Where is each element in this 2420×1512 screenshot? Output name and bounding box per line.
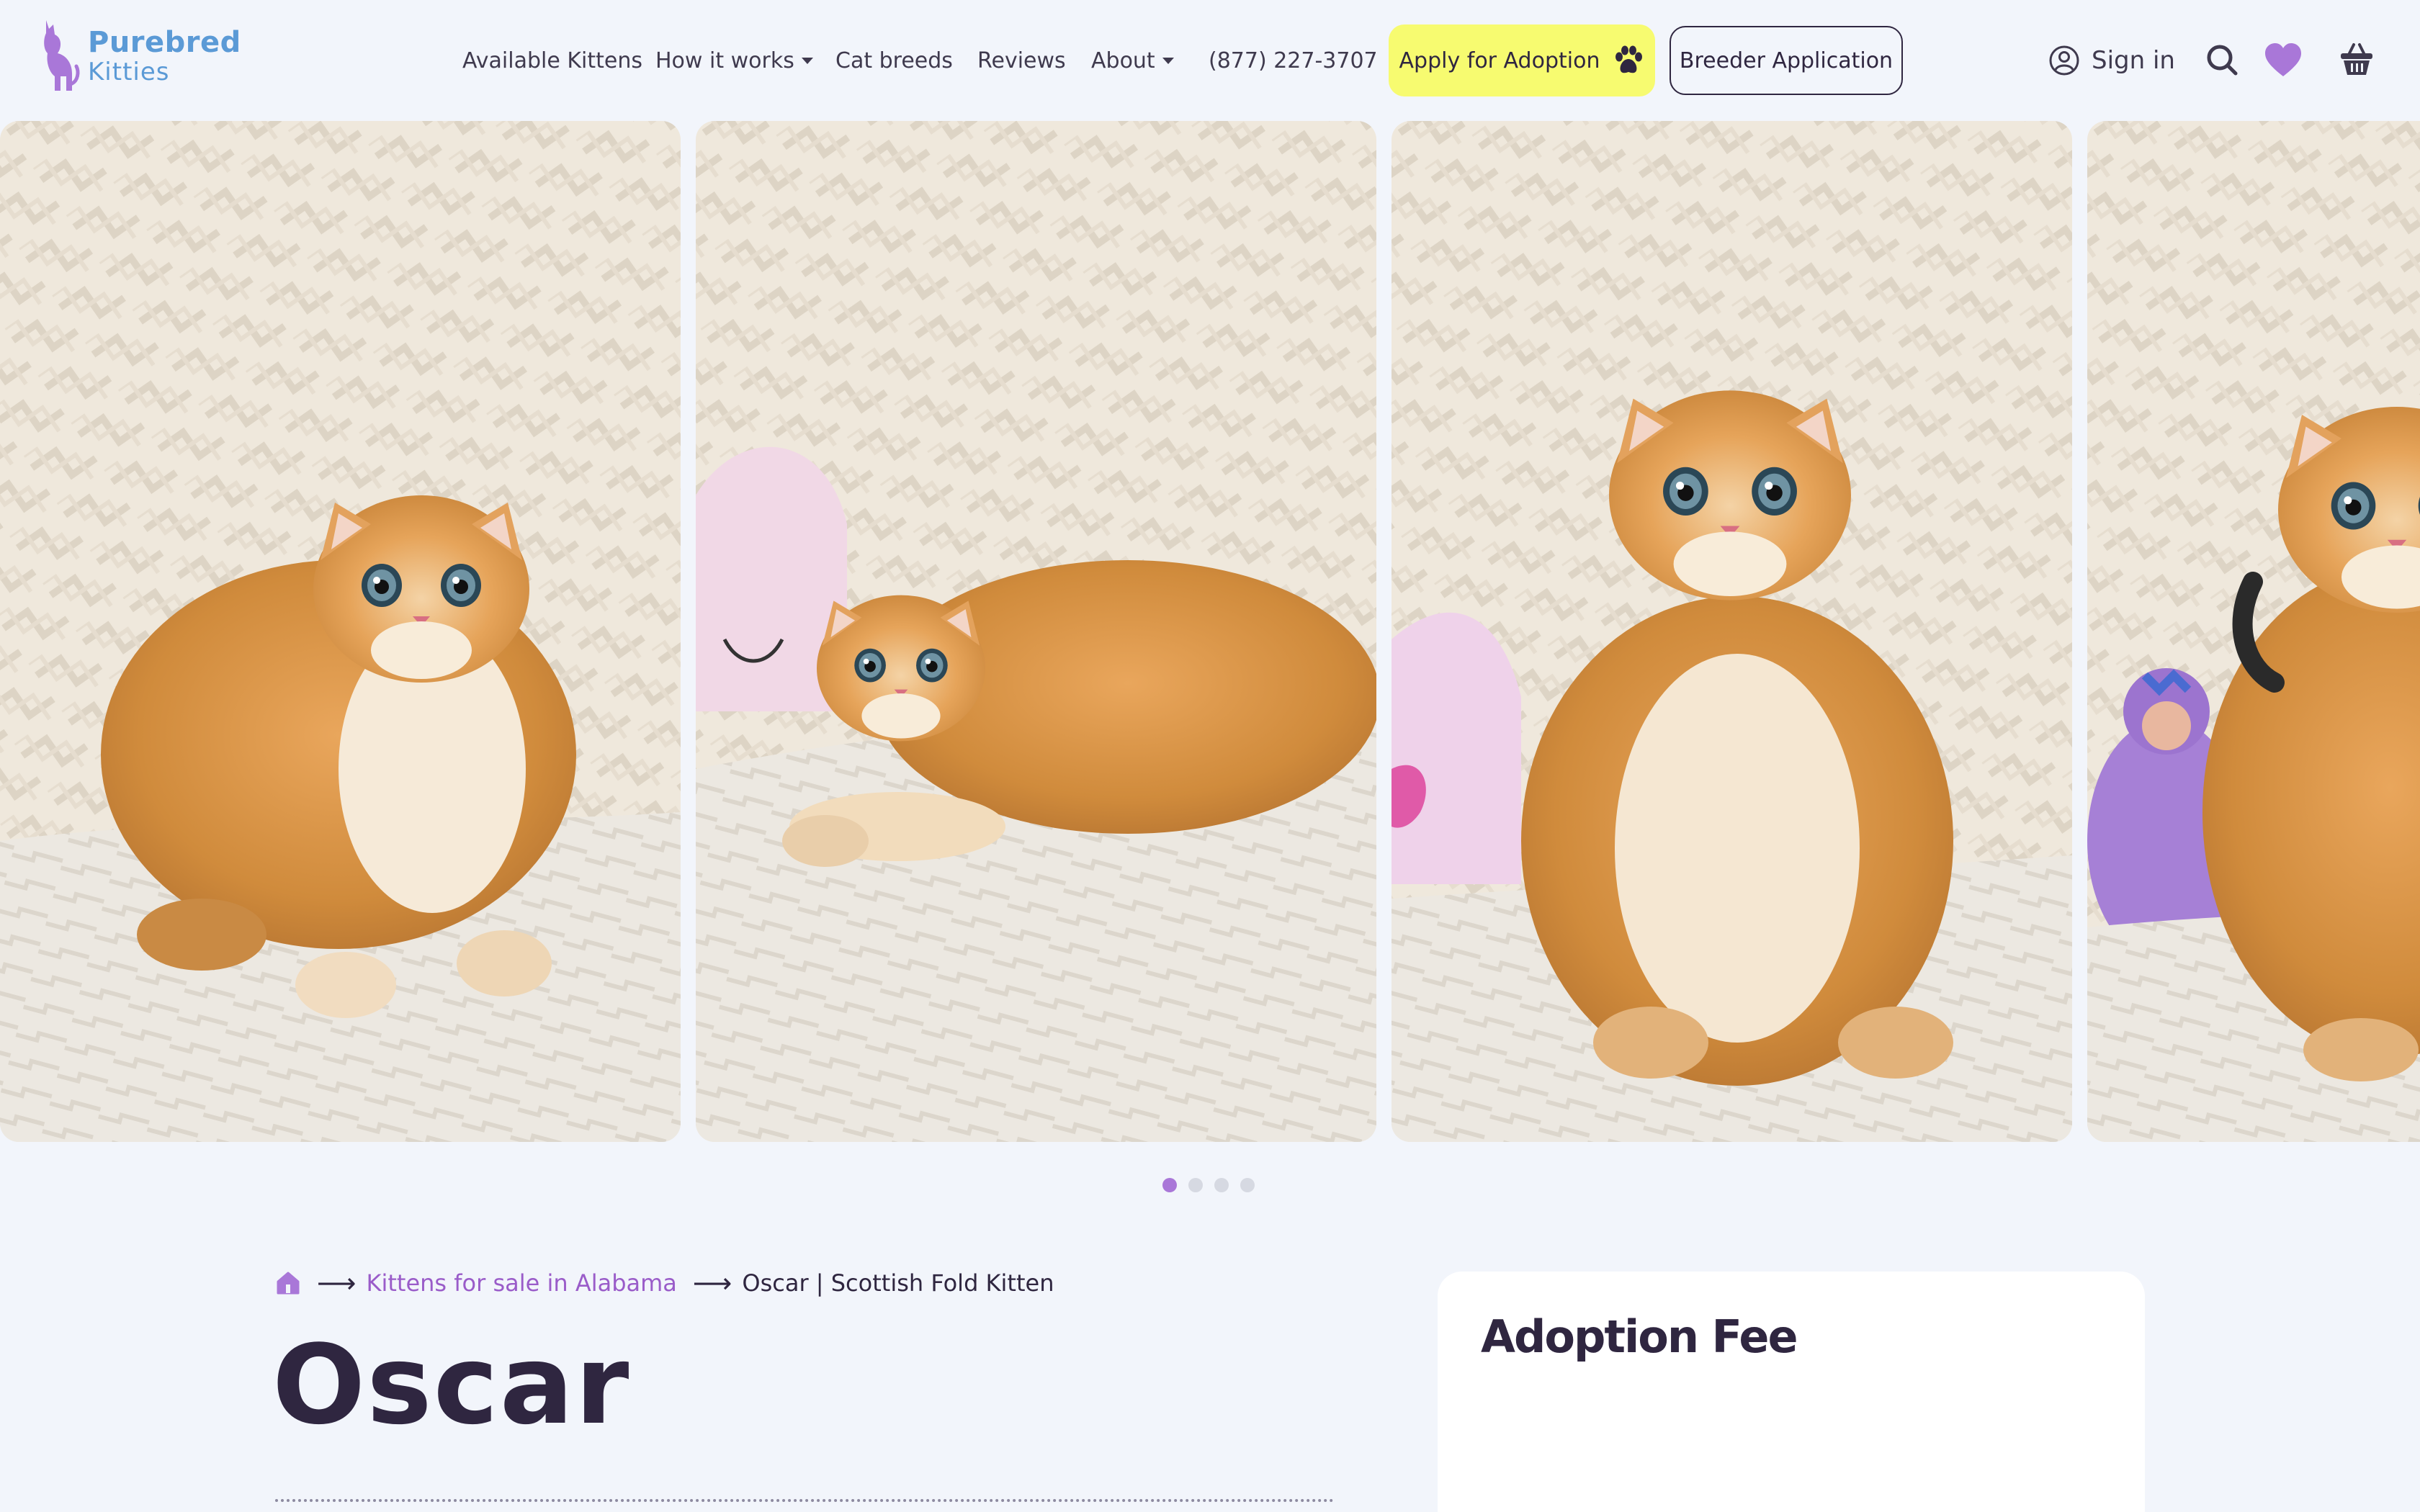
sign-in-link[interactable]: Sign in bbox=[2048, 37, 2175, 84]
user-circle-icon bbox=[2049, 45, 2079, 76]
breeder-application-button[interactable]: Breeder Application bbox=[1670, 26, 1903, 95]
breadcrumb-arrow-icon: ⟶ bbox=[692, 1267, 732, 1299]
kitten-photo bbox=[0, 121, 681, 1142]
kitten-photo-gallery[interactable] bbox=[0, 121, 2420, 1143]
gallery-slide[interactable] bbox=[1392, 121, 2072, 1142]
gallery-pagination bbox=[1162, 1178, 1266, 1192]
heart-icon[interactable] bbox=[2263, 40, 2303, 81]
home-icon[interactable] bbox=[275, 1270, 301, 1296]
basket-icon[interactable] bbox=[2336, 40, 2377, 81]
nav-reviews[interactable]: Reviews bbox=[977, 37, 1066, 84]
nav-phone-link[interactable]: (877) 227-3707 bbox=[1209, 37, 1378, 84]
logo-line2: Kitties bbox=[88, 58, 170, 86]
gallery-slide[interactable] bbox=[0, 121, 681, 1142]
nav-how-it-works[interactable]: How it works bbox=[655, 37, 813, 84]
site-logo[interactable]: Purebred Kitties bbox=[40, 19, 241, 94]
kitten-photo bbox=[696, 121, 1376, 1142]
logo-line1: Purebred bbox=[88, 26, 241, 59]
gallery-slide[interactable] bbox=[2087, 121, 2420, 1142]
adoption-fee-card: Adoption Fee bbox=[1438, 1272, 2145, 1512]
chevron-down-icon bbox=[801, 57, 813, 64]
kitten-photo bbox=[1392, 121, 2072, 1142]
kitten-name-title: Oscar bbox=[272, 1321, 631, 1449]
kitten-photo bbox=[2087, 121, 2420, 1142]
apply-for-adoption-button[interactable]: Apply for Adoption bbox=[1389, 24, 1655, 96]
search-icon[interactable] bbox=[2202, 40, 2243, 81]
cat-logo-icon bbox=[44, 20, 80, 91]
gallery-dot[interactable] bbox=[1162, 1178, 1177, 1192]
nav-about[interactable]: About bbox=[1091, 37, 1174, 84]
breadcrumb-current: Oscar | Scottish Fold Kitten bbox=[742, 1269, 1054, 1297]
nav-available-kittens[interactable]: Available Kittens bbox=[462, 37, 642, 84]
nav-cat-breeds[interactable]: Cat breeds bbox=[835, 37, 953, 84]
gallery-slide[interactable] bbox=[696, 121, 1376, 1142]
site-header: Purebred Kitties Available Kittens How i… bbox=[0, 0, 2420, 121]
paw-icon bbox=[1615, 45, 1643, 73]
divider bbox=[275, 1499, 1334, 1502]
breadcrumb-category-link[interactable]: Kittens for sale in Alabama bbox=[366, 1269, 676, 1297]
gallery-dot[interactable] bbox=[1188, 1178, 1203, 1192]
breadcrumb-arrow-icon: ⟶ bbox=[317, 1267, 357, 1299]
gallery-dot[interactable] bbox=[1240, 1178, 1255, 1192]
breadcrumb: ⟶ Kittens for sale in Alabama ⟶ Oscar | … bbox=[275, 1261, 1054, 1305]
adoption-fee-title: Adoption Fee bbox=[1481, 1310, 1798, 1363]
gallery-dot[interactable] bbox=[1214, 1178, 1229, 1192]
chevron-down-icon bbox=[1162, 57, 1174, 64]
